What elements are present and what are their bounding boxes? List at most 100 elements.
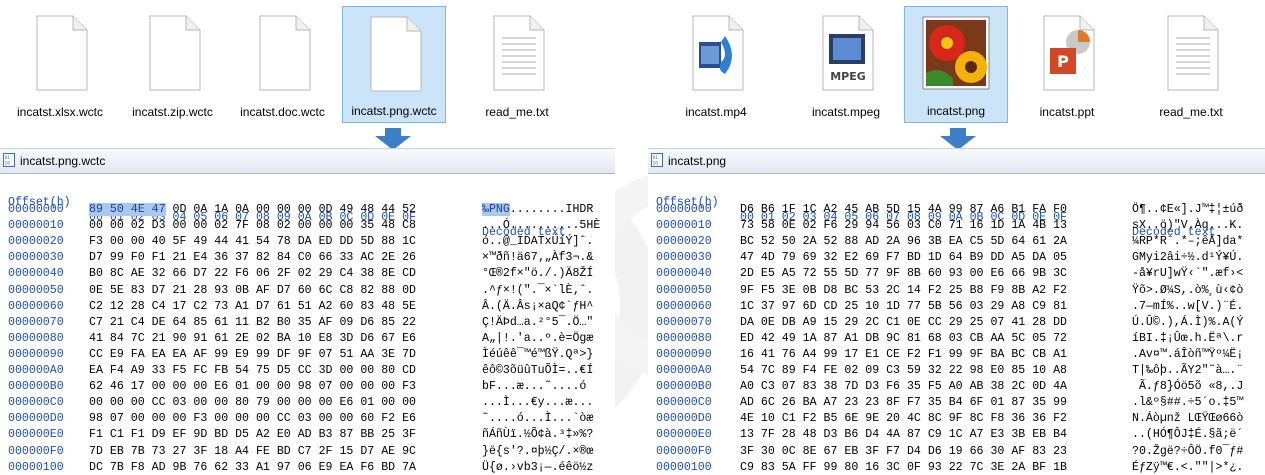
file-item[interactable]: read_me.txt	[1136, 6, 1246, 123]
file-item[interactable]: incatst.mp4	[666, 6, 766, 123]
hex-row: 00000100 C9 83 5A FF 99 80 16 3C 0F 93 22…	[648, 460, 1265, 475]
row-decoded[interactable]: íBI.‡¡Ûœ.h.Ëª\.r	[1132, 331, 1243, 346]
row-offset: 00000090	[8, 347, 64, 361]
row-bytes[interactable]: AD 6C 26 BA A7 23 23 8F F7 35 B4 6F 01 8…	[740, 395, 1067, 410]
row-decoded[interactable]: sX..ö)"V.Àq...K.	[1132, 218, 1243, 233]
row-decoded[interactable]: Ã.ƒ8}Óö5õ «8,.J	[1132, 379, 1243, 394]
hex-row: 00000030 47 4D 79 69 32 E2 69 F7 BD 1D 64…	[648, 250, 1265, 265]
file-item[interactable]: incatst.xlsx.wctc	[10, 6, 110, 123]
row-decoded[interactable]: .^ƒ×!(".¯×`lÈ‚ˆ.	[482, 283, 593, 298]
row-decoded[interactable]: ¼RP*Rˆ.*–;êÅ]da*	[1132, 234, 1243, 249]
hex-header: Offset(h) 00 01 02 03 04 05 06 07 08 09 …	[0, 180, 615, 239]
row-bytes[interactable]: 3F 30 0C 8E 67 EB 3F F7 D4 D6 19 66 30 A…	[740, 444, 1067, 459]
file-item[interactable]: MPEG incatst.mpeg	[796, 6, 896, 123]
row-bytes[interactable]: 73 58 0E 02 F6 29 94 56 03 C0 71 16 1D 1…	[740, 218, 1067, 233]
row-decoded[interactable]: Ÿõ>.Ø¼S,.ò%¸ù‹¢ò	[1132, 283, 1243, 298]
row-decoded[interactable]: ÉƒZÿ™€.<.""|>*¿.	[1132, 460, 1243, 475]
selected-bytes[interactable]: 89 50 4E 47	[89, 203, 166, 216]
row-bytes[interactable]: 2D E5 A5 72 55 5D 77 9F 8B 60 93 00 E6 6…	[740, 266, 1067, 281]
row-bytes[interactable]: 00 00 02 D3 00 00 02 7F 08 02 00 00 00 3…	[89, 218, 416, 233]
row-bytes[interactable]: 13 7F 28 48 D3 B6 D4 4A 87 C9 1C A7 E3 3…	[740, 427, 1067, 442]
row-decoded[interactable]: T|‰ôþ..ÃY2"˜à….¨	[1132, 363, 1243, 378]
hex-row: 000000F0 3F 30 0C 8E 67 EB 3F F7 D4 D6 19…	[648, 444, 1265, 459]
row-bytes[interactable]: D7 99 F0 F1 21 E4 36 37 82 84 C0 66 33 A…	[89, 250, 416, 265]
row-bytes[interactable]: 47 4D 79 69 32 E2 69 F7 BD 1D 64 B9 DD A…	[740, 250, 1067, 265]
file-item[interactable]: read_me.txt	[462, 6, 572, 123]
row-bytes[interactable]: C2 12 28 C4 17 C2 73 A1 D7 61 51 A2 60 8…	[89, 299, 416, 314]
hex-editor-tab[interactable]: 01 10 incatst.png.wctc	[0, 148, 615, 174]
row-bytes[interactable]: BC 52 50 2A 52 88 AD 2A 96 3B EA C5 5D 6…	[740, 234, 1067, 249]
row-bytes[interactable]: ED 42 49 1A 87 A1 DB 9C 81 68 03 CB AA 5…	[740, 331, 1067, 346]
row-decoded[interactable]: .l&º§##.÷5´o.‡5™	[1132, 395, 1243, 410]
row-offset: 00000050	[656, 283, 712, 297]
row-decoded[interactable]: ?0.Žgë?÷ÔÖ.f0¯ƒ#	[1132, 444, 1243, 459]
row-decoded[interactable]: Ö¶..¢E«].J™‡¦±úð	[1132, 202, 1243, 217]
tab-label: incatst.png	[668, 154, 727, 168]
row-bytes[interactable]: D6 B6 1F 1C A2 45 AB 5D 15 4A 99 87 A6 B…	[740, 202, 1067, 217]
row-bytes[interactable]: 54 7C 89 F4 FE 02 09 C3 59 32 22 98 E0 8…	[740, 363, 1067, 378]
row-bytes[interactable]: 4E 10 C1 F2 B5 6E 9E 20 4C 8C 9F 8C F8 3…	[740, 411, 1067, 426]
selected-text[interactable]: ‰PNG	[482, 203, 510, 216]
row-decoded[interactable]: ...Ì...€y...æ...	[482, 395, 593, 410]
row-bytes[interactable]: CC E9 FA EA EA AF 99 E9 99 DF 9F 07 51 A…	[89, 347, 416, 362]
row-bytes[interactable]: 9F F5 3E 0B D8 BC 53 2C 14 F2 25 B8 F9 8…	[740, 283, 1067, 298]
row-decoded[interactable]: °Œ®2f×"ö./.)Ä8ŽÍ	[482, 266, 593, 281]
file-item[interactable]: incatst.png	[904, 6, 1008, 123]
mp4-file-icon	[692, 15, 744, 91]
row-decoded[interactable]: A„|!.'a..º.è=Ögæ	[482, 331, 593, 346]
row-bytes[interactable]: DA 0E DB A9 15 29 2C C1 0E CC 29 25 07 4…	[740, 315, 1067, 330]
row-bytes[interactable]: 00 00 00 CC 03 00 00 80 79 00 00 00 E6 0…	[89, 395, 416, 410]
row-bytes[interactable]: C9 83 5A FF 99 80 16 3C 0F 93 22 7C 3E 2…	[740, 460, 1067, 475]
row-bytes[interactable]: 0E 5E 83 D7 21 28 93 0B AF D7 60 6C C8 8…	[89, 283, 416, 298]
row-decoded[interactable]: GMyi2âi÷½.d¹Ý¥Ú.	[1132, 250, 1243, 265]
row-decoded[interactable]: -å¥rU]wŸ‹`".æf›<	[1132, 266, 1243, 281]
row-decoded[interactable]: ˜....ó...Ì...`òæ	[482, 411, 593, 426]
row-decoded[interactable]: bF...æ...˜....ó	[482, 379, 586, 394]
row-decoded[interactable]: êô©3õüûTuÕÌ=..€Í	[482, 363, 593, 378]
row-bytes[interactable]: 16 41 76 A4 99 17 E1 CE F2 F1 99 9F BA B…	[740, 347, 1067, 362]
row-decoded[interactable]: N.Áòµnž LŒŸŒø66ò	[1132, 411, 1243, 426]
row-bytes[interactable]: 1C 37 97 6D CD 25 10 1D 77 5B 56 03 29 A…	[740, 299, 1067, 314]
row-decoded[interactable]: .Av¤™.áÎòñ™Ÿº¼Ë¡	[1132, 347, 1243, 362]
row-decoded[interactable]: ..(HÓ¶ÔJ‡É.§ã;ë´	[1132, 427, 1243, 442]
svg-text:MPEG: MPEG	[830, 70, 866, 83]
right-panel: incatst.mp4 MPEG incatst.mpeg incatst.png Pi…	[648, 0, 1265, 475]
row-decoded[interactable]: Â.(Ä.Âs¡×aQ¢`ƒH^	[482, 299, 593, 314]
hex-editor-tab[interactable]: 01 10 incatst.png	[648, 148, 1265, 174]
hex-row: 000000E0 F1 C1 F1 D9 EF 9D BD D5 A2 E0 AD…	[0, 427, 615, 442]
row-bytes[interactable]: 98 07 00 00 00 F3 00 00 00 CC 03 00 00 6…	[89, 411, 416, 426]
row-bytes[interactable]: 62 46 17 00 00 00 E6 01 00 00 98 07 00 0…	[89, 379, 416, 394]
row-bytes[interactable]: EA F4 A9 33 F5 FC FB 54 75 D5 CC 3D 00 0…	[89, 363, 416, 378]
row-offset: 00000000	[656, 203, 712, 216]
row-offset: 00000000	[8, 203, 64, 216]
row-bytes[interactable]: 7D EB 7B 73 27 3F 18 A4 FE BD C7 2F 15 D…	[89, 444, 416, 459]
file-item[interactable]: incatst.doc.wctc	[230, 6, 335, 123]
row-bytes[interactable]: F1 C1 F1 D9 EF 9D BD D5 A2 E0 AD B3 87 B…	[89, 427, 416, 442]
row-decoded[interactable]: ...Ó..........5HÈ	[482, 218, 600, 233]
row-bytes[interactable]: F3 00 00 40 5F 49 44 41 54 78 DA ED DD 5…	[89, 234, 416, 249]
row-decoded[interactable]: ñÁñÙï.½Õ¢à.³‡»%?	[482, 427, 593, 442]
hex-row: 000000C0 00 00 00 CC 03 00 00 80 79 00 00…	[0, 395, 615, 410]
row-bytes[interactable]: A0 C3 07 83 38 7D D3 F6 35 F5 A0 AB 38 2…	[740, 379, 1067, 394]
row-bytes[interactable]: 89 50 4E 47 0D 0A 1A 0A 00 00 00 0D 49 4…	[89, 202, 416, 217]
row-decoded[interactable]: }ë{s'?.¤þ½Ç/.×®œ	[482, 444, 593, 459]
row-bytes[interactable]: DC 7B F8 AD 9B 76 62 33 A1 97 06 E9 EA F…	[89, 460, 416, 475]
file-item[interactable]: incatst.png.wctc	[342, 6, 446, 123]
hex-row: 000000E0 13 7F 28 48 D3 B6 D4 4A 87 C9 1C…	[648, 427, 1265, 442]
file-item[interactable]: Pincatst.ppt	[1014, 6, 1120, 123]
row-decoded[interactable]: ó..@_IDATxÚíÝ]ˆ.	[482, 234, 593, 249]
row-bytes[interactable]: C7 21 C4 DE 64 85 61 11 B2 B0 35 AF 09 D…	[89, 315, 416, 330]
row-bytes[interactable]: 41 84 7C 21 90 91 61 2E 02 BA 10 E8 3D D…	[89, 331, 416, 346]
row-decoded[interactable]: Ìéúêê¯™é™ßŸ.Qª>}	[482, 347, 593, 362]
row-bytes[interactable]: B0 8C AE 32 66 D7 22 F6 06 2F 02 29 C4 3…	[89, 266, 416, 281]
row-decoded[interactable]: Ü{ø.›vb3¡—.éêö½z	[482, 460, 593, 475]
file-item[interactable]: incatst.zip.wctc	[120, 6, 225, 123]
file-name: read_me.txt	[485, 105, 549, 119]
row-offset: 00000040	[8, 267, 64, 281]
file-name: read_me.txt	[1159, 105, 1223, 119]
row-decoded[interactable]: ×™ðñ!ä67‚„Àf3¬.&	[482, 250, 593, 265]
row-decoded[interactable]: .7—mÍ%..w[V.)¨É.	[1132, 299, 1243, 314]
row-decoded[interactable]: ‰PNG........IHDR	[482, 202, 593, 217]
row-decoded[interactable]: Ú.Û©.),Á.Ì)%.A(Ý	[1132, 315, 1243, 330]
row-decoded[interactable]: Ç!ÄÞd…a.²°5¯.Ö…"	[482, 315, 593, 330]
